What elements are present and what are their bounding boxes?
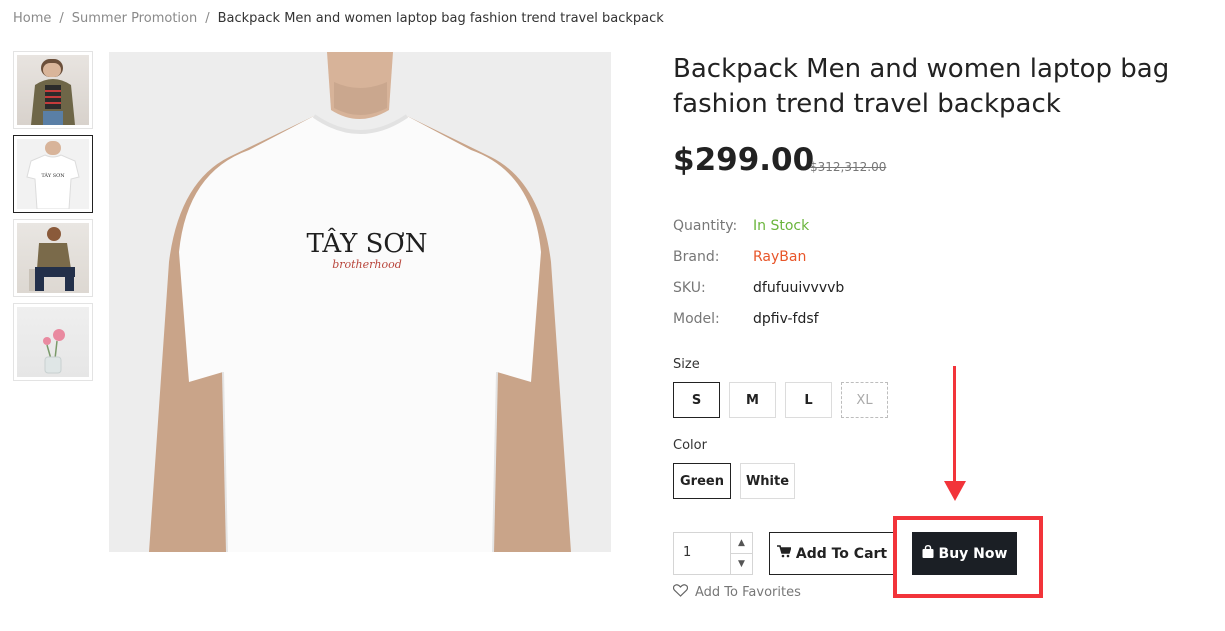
color-option-green[interactable]: Green bbox=[673, 463, 731, 499]
svg-text:TÂY SƠN: TÂY SƠN bbox=[41, 172, 65, 179]
breadcrumb-home-link[interactable]: Home bbox=[13, 11, 51, 26]
stock-status: In Stock bbox=[753, 218, 810, 234]
size-option-xl[interactable]: XL bbox=[841, 382, 888, 418]
add-to-cart-button[interactable]: Add To Cart bbox=[769, 532, 895, 575]
thumbnail-2[interactable]: TÂY SƠN bbox=[13, 135, 93, 213]
size-option-m[interactable]: M bbox=[729, 382, 776, 418]
thumbnail-3[interactable] bbox=[13, 219, 93, 297]
spec-row-brand: Brand: RayBan bbox=[673, 249, 844, 280]
spec-row-model: Model: dpfiv-fdsf bbox=[673, 311, 844, 342]
spec-key: Quantity: bbox=[673, 218, 738, 234]
thumbnail-1[interactable] bbox=[13, 51, 93, 129]
breadcrumb: Home / Summer Promotion / Backpack Men and w… bbox=[13, 11, 664, 26]
product-old-price: $312,312.00 bbox=[810, 160, 887, 174]
thumbnail-image-seated-model bbox=[17, 223, 89, 293]
quantity-decrease-button[interactable]: ▼ bbox=[731, 554, 752, 574]
tshirt-print-script: brotherhood bbox=[332, 258, 402, 271]
add-to-favorites-label: Add To Favorites bbox=[695, 585, 801, 600]
product-title: Backpack Men and women laptop bag fashio… bbox=[673, 54, 1170, 119]
cart-icon bbox=[776, 545, 792, 562]
color-option-white[interactable]: White bbox=[740, 463, 795, 499]
breadcrumb-current: Backpack Men and women laptop bag fashio… bbox=[217, 11, 664, 26]
breadcrumb-category-link[interactable]: Summer Promotion bbox=[72, 11, 197, 26]
spec-row-quantity: Quantity: In Stock bbox=[673, 218, 844, 249]
size-option-l[interactable]: L bbox=[785, 382, 832, 418]
spec-row-sku: SKU: dfufuuivvvvb bbox=[673, 280, 844, 311]
add-to-cart-label: Add To Cart bbox=[795, 545, 888, 562]
thumbnail-list: TÂY SƠN bbox=[13, 51, 93, 387]
breadcrumb-separator: / bbox=[205, 11, 210, 26]
thumbnail-image-flowers bbox=[17, 307, 89, 377]
spec-value: dpfiv-fdsf bbox=[753, 311, 819, 327]
product-price: $299.00 bbox=[673, 142, 815, 178]
main-product-image: TÂY SƠN brotherhood bbox=[109, 52, 611, 552]
thumbnail-image-white-tshirt: TÂY SƠN bbox=[17, 139, 89, 209]
quantity-stepper: 1 ▲ ▼ bbox=[673, 532, 753, 575]
quantity-buttons: ▲ ▼ bbox=[730, 533, 752, 574]
add-to-favorites-link[interactable]: Add To Favorites bbox=[672, 584, 801, 601]
tshirt-print-brand: TÂY SƠN bbox=[307, 227, 428, 259]
quantity-increase-button[interactable]: ▲ bbox=[731, 533, 752, 554]
size-label: Size bbox=[673, 357, 700, 372]
product-specs: Quantity: In Stock Brand: RayBan SKU: df… bbox=[673, 218, 844, 342]
spec-value: dfufuuivvvvb bbox=[753, 280, 845, 296]
size-options: S M L XL bbox=[673, 382, 888, 418]
breadcrumb-separator: / bbox=[59, 11, 64, 26]
spec-key: Model: bbox=[673, 311, 720, 327]
spec-key: SKU: bbox=[673, 280, 706, 296]
annotation-arrow-shaft bbox=[953, 366, 956, 484]
color-options: Green White bbox=[673, 463, 795, 499]
heart-icon bbox=[672, 584, 689, 601]
spec-key: Brand: bbox=[673, 249, 720, 265]
quantity-input[interactable]: 1 bbox=[674, 533, 730, 574]
brand-link[interactable]: RayBan bbox=[753, 249, 806, 280]
size-option-s[interactable]: S bbox=[673, 382, 720, 418]
chevron-down-icon: ▼ bbox=[738, 559, 745, 569]
thumbnail-4[interactable] bbox=[13, 303, 93, 381]
color-label: Color bbox=[673, 438, 707, 453]
annotation-highlight-box bbox=[893, 516, 1043, 598]
chevron-up-icon: ▲ bbox=[738, 538, 745, 548]
thumbnail-image-jacket-model bbox=[17, 55, 89, 125]
annotation-arrow-head bbox=[944, 481, 966, 501]
